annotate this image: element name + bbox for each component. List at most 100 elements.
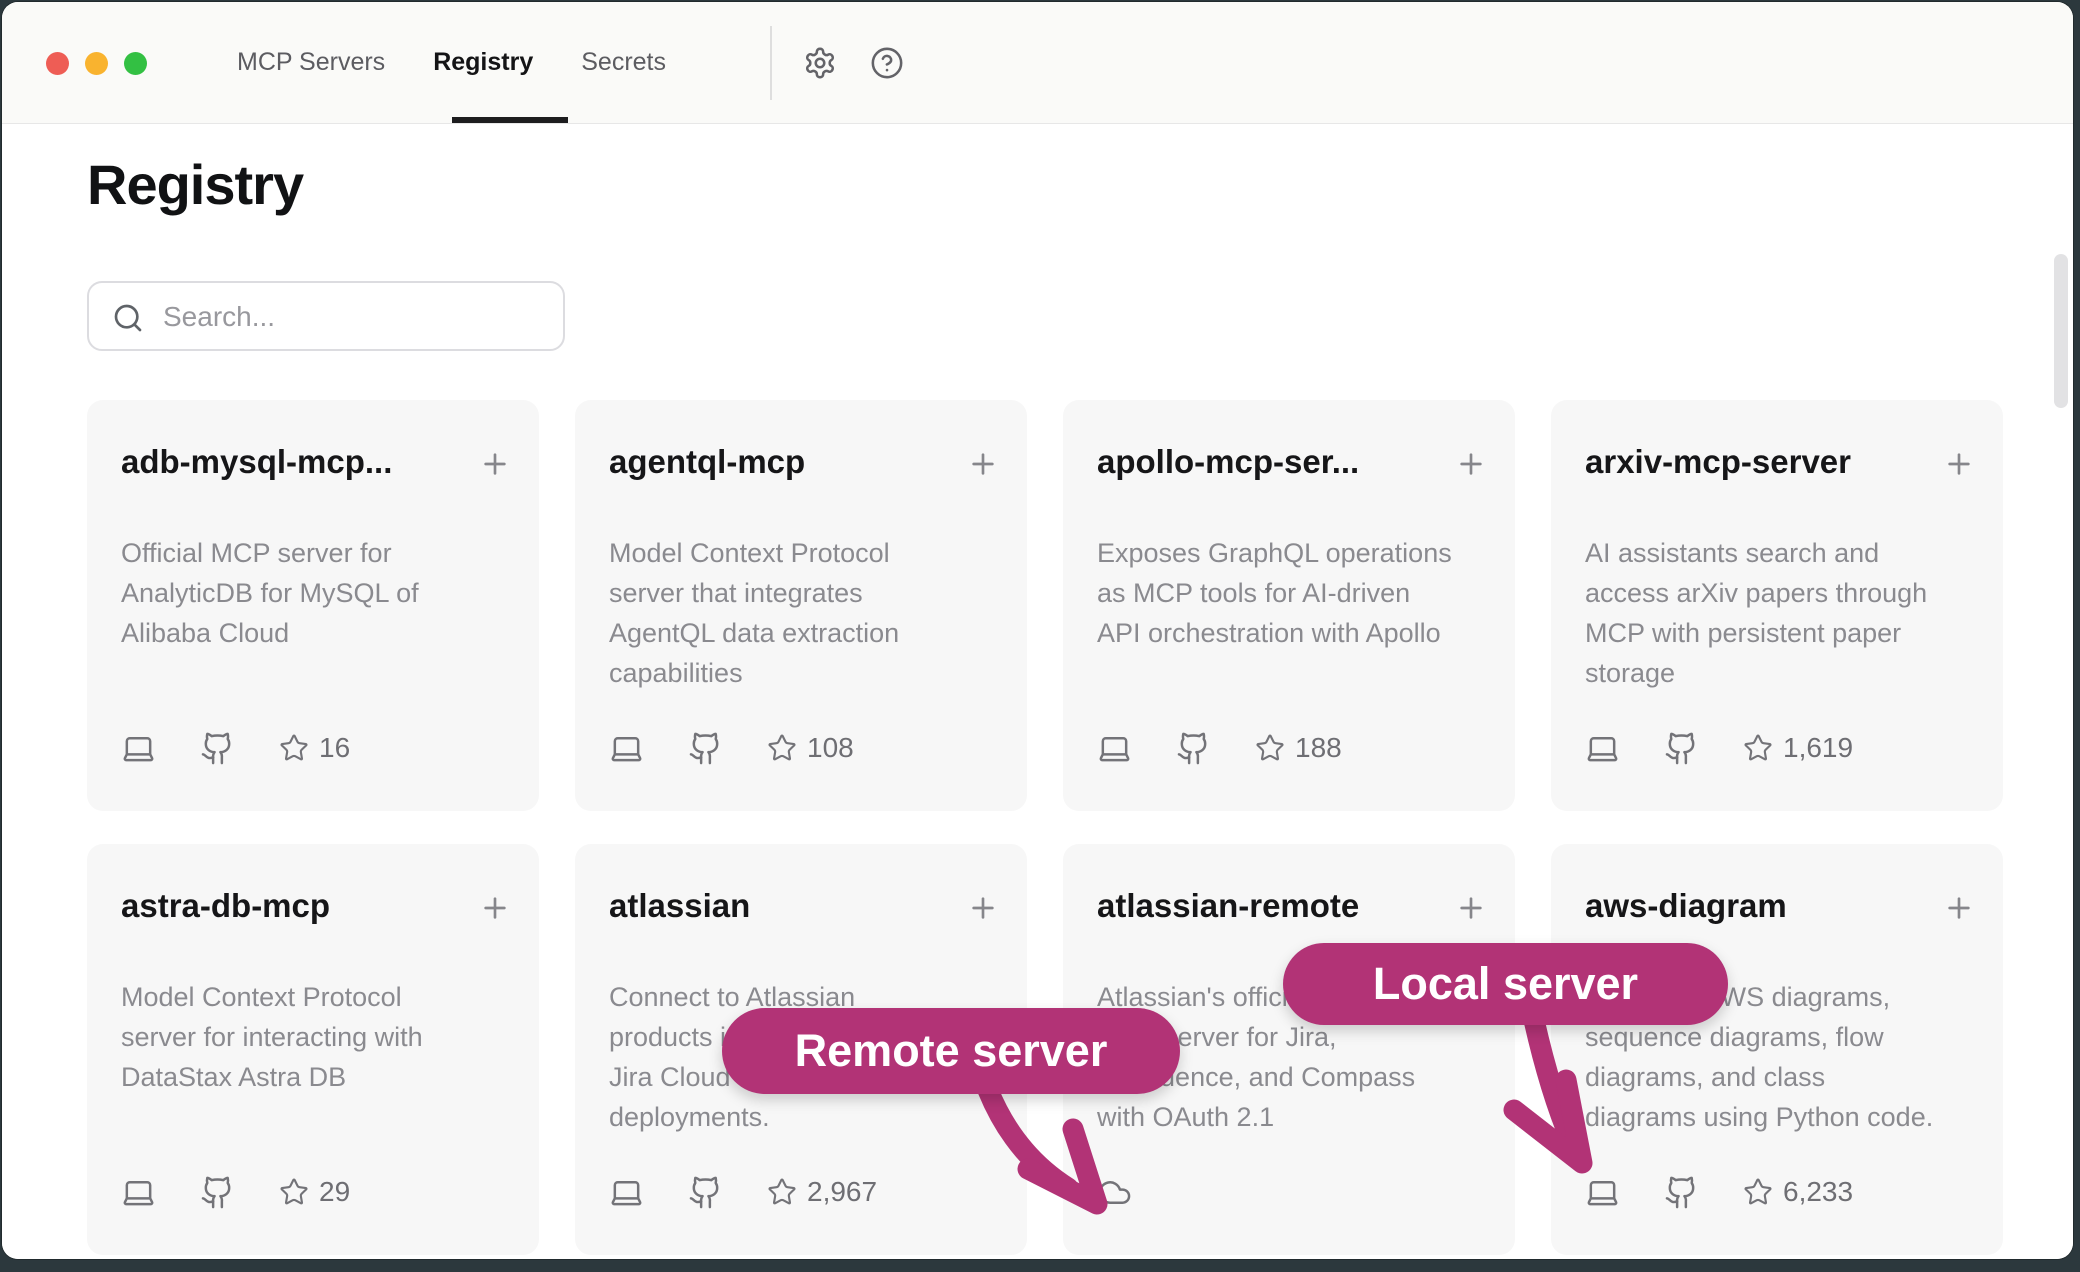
- plus-icon: [967, 448, 999, 480]
- star-count: 16: [279, 732, 350, 764]
- github-icon: [1664, 1175, 1699, 1210]
- star-icon: [1255, 733, 1285, 763]
- active-tab-indicator: [452, 117, 568, 123]
- star-icon: [1743, 733, 1773, 763]
- settings-button[interactable]: [803, 46, 837, 80]
- search-box: [87, 281, 565, 351]
- plus-icon: [967, 892, 999, 924]
- server-card[interactable]: adb-mysql-mcp... Official MCP server forA…: [87, 400, 539, 811]
- server-description: Exposes GraphQL operationsas MCP tools f…: [1097, 533, 1499, 653]
- add-server-button[interactable]: [967, 892, 999, 924]
- add-server-button[interactable]: [479, 448, 511, 480]
- tab-bar: MCP Servers Registry Secrets: [237, 2, 666, 123]
- gear-icon: [803, 46, 837, 80]
- titlebar: MCP Servers Registry Secrets: [2, 2, 2073, 124]
- star-icon: [1743, 1177, 1773, 1207]
- help-icon: [870, 46, 904, 80]
- screen-background: MCP Servers Registry Secrets Registry: [0, 0, 2080, 1272]
- server-card-footer: 2,967: [609, 1174, 877, 1210]
- server-description: Generate AWS diagrams,sequence diagrams,…: [1585, 977, 1987, 1137]
- star-icon: [767, 1177, 797, 1207]
- server-card[interactable]: astra-db-mcp Model Context Protocolserver…: [87, 844, 539, 1255]
- help-button[interactable]: [870, 46, 904, 80]
- server-card-footer: [1097, 1174, 1132, 1210]
- add-server-button[interactable]: [1455, 448, 1487, 480]
- star-count: 188: [1255, 732, 1342, 764]
- github-icon: [200, 731, 235, 766]
- titlebar-divider: [770, 26, 772, 100]
- zoom-button[interactable]: [124, 52, 147, 75]
- registry-page: Registry adb-mysql-mcp... Official MCP se…: [2, 124, 2073, 1259]
- app-window: MCP Servers Registry Secrets Registry: [2, 2, 2073, 1259]
- server-name: arxiv-mcp-server: [1585, 440, 1923, 484]
- star-count: 108: [767, 732, 854, 764]
- tab-registry[interactable]: Registry: [433, 48, 533, 77]
- star-count: 2,967: [767, 1176, 877, 1208]
- server-name: agentql-mcp: [609, 440, 947, 484]
- server-card[interactable]: atlassian-remote Atlassian's official rem…: [1063, 844, 1515, 1255]
- server-card[interactable]: agentql-mcp Model Context Protocolserver …: [575, 400, 1027, 811]
- github-icon: [1664, 731, 1699, 766]
- github-icon: [688, 1175, 723, 1210]
- minimize-button[interactable]: [85, 52, 108, 75]
- server-description: Atlassian's official remoteMCP server fo…: [1097, 977, 1499, 1137]
- star-count: 29: [279, 1176, 350, 1208]
- add-server-button[interactable]: [479, 892, 511, 924]
- server-card-footer: 6,233: [1585, 1174, 1853, 1210]
- laptop-icon: [609, 731, 644, 766]
- github-icon: [688, 731, 723, 766]
- star-count: 6,233: [1743, 1176, 1853, 1208]
- scrollbar-thumb[interactable]: [2054, 254, 2068, 408]
- tab-mcp-servers[interactable]: MCP Servers: [237, 48, 385, 77]
- server-card-footer: 16: [121, 730, 350, 766]
- add-server-button[interactable]: [1455, 892, 1487, 924]
- server-card-footer: 188: [1097, 730, 1342, 766]
- plus-icon: [1455, 892, 1487, 924]
- add-server-button[interactable]: [1943, 892, 1975, 924]
- star-count: 1,619: [1743, 732, 1853, 764]
- github-icon: [1176, 731, 1211, 766]
- server-card-footer: 108: [609, 730, 854, 766]
- laptop-icon: [1585, 1175, 1620, 1210]
- server-description: Official MCP server forAnalyticDB for My…: [121, 533, 523, 653]
- add-server-button[interactable]: [1943, 448, 1975, 480]
- server-name: aws-diagram: [1585, 884, 1923, 928]
- server-card[interactable]: aws-diagram Generate AWS diagrams,sequenc…: [1551, 844, 2003, 1255]
- page-title: Registry: [87, 152, 303, 218]
- github-icon: [200, 1175, 235, 1210]
- plus-icon: [1943, 892, 1975, 924]
- server-card[interactable]: atlassian Connect to Atlassianproducts in…: [575, 844, 1027, 1255]
- add-server-button[interactable]: [967, 448, 999, 480]
- star-icon: [279, 733, 309, 763]
- star-icon: [767, 733, 797, 763]
- cloud-icon: [1097, 1175, 1132, 1210]
- server-grid: adb-mysql-mcp... Official MCP server forA…: [87, 400, 2003, 1255]
- tab-secrets[interactable]: Secrets: [581, 48, 666, 77]
- plus-icon: [479, 448, 511, 480]
- server-description: Model Context Protocolserver that integr…: [609, 533, 1011, 693]
- server-description: Model Context Protocolserver for interac…: [121, 977, 523, 1097]
- server-name: apollo-mcp-ser...: [1097, 440, 1435, 484]
- star-icon: [279, 1177, 309, 1207]
- server-card[interactable]: apollo-mcp-ser... Exposes GraphQL operati…: [1063, 400, 1515, 811]
- server-name: atlassian: [609, 884, 947, 928]
- server-description: AI assistants search andaccess arXiv pap…: [1585, 533, 1987, 693]
- plus-icon: [479, 892, 511, 924]
- server-card-footer: 1,619: [1585, 730, 1853, 766]
- laptop-icon: [1585, 731, 1620, 766]
- laptop-icon: [121, 1175, 156, 1210]
- close-button[interactable]: [46, 52, 69, 75]
- plus-icon: [1455, 448, 1487, 480]
- search-input[interactable]: [161, 283, 547, 351]
- traffic-lights: [46, 52, 147, 75]
- server-card-footer: 29: [121, 1174, 350, 1210]
- laptop-icon: [609, 1175, 644, 1210]
- server-name: adb-mysql-mcp...: [121, 440, 459, 484]
- search-icon: [112, 302, 144, 334]
- server-name: astra-db-mcp: [121, 884, 459, 928]
- server-card[interactable]: arxiv-mcp-server AI assistants search and…: [1551, 400, 2003, 811]
- server-description: Connect to Atlassianproducts includingJi…: [609, 977, 1011, 1137]
- server-name: atlassian-remote: [1097, 884, 1435, 928]
- plus-icon: [1943, 448, 1975, 480]
- laptop-icon: [121, 731, 156, 766]
